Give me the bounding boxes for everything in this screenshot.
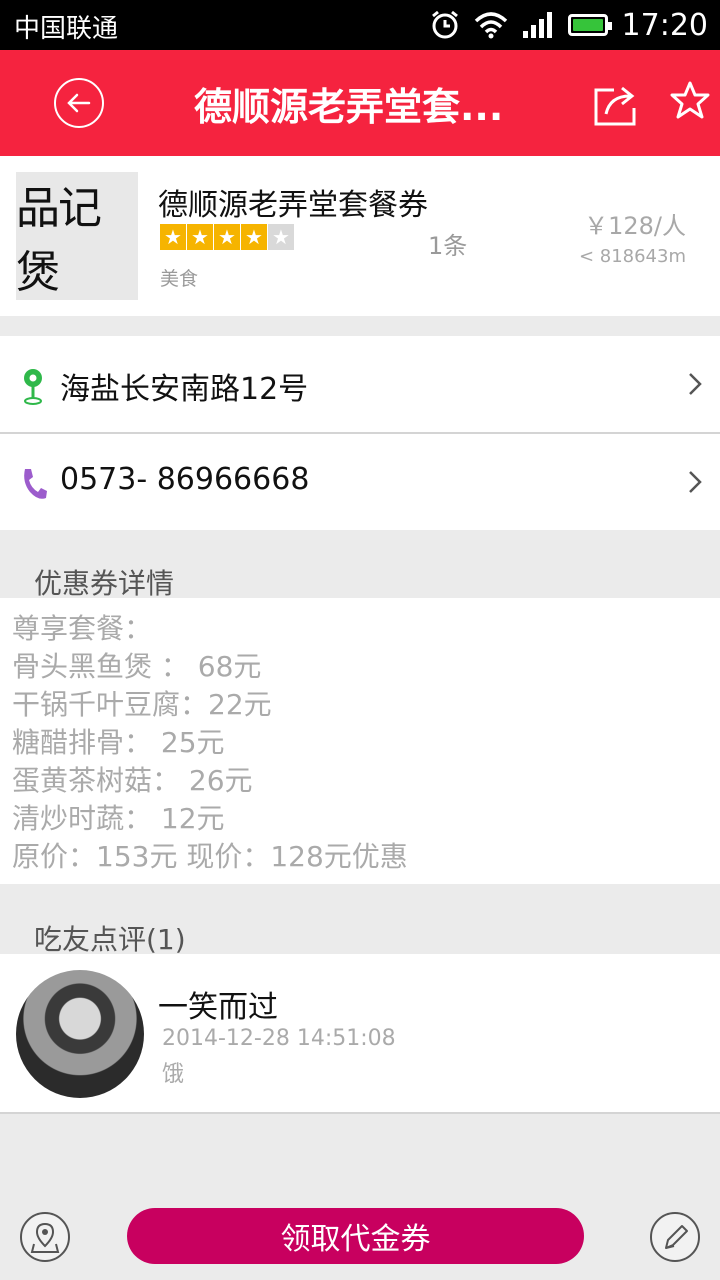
shop-category: 美食: [160, 268, 199, 290]
favorite-star-icon[interactable]: [670, 80, 710, 120]
coupon-line: 骨头黑鱼煲 ： 68元: [12, 650, 262, 683]
address-text: 海盐长安南路12号: [60, 372, 309, 407]
alarm-icon: [431, 10, 458, 39]
back-arrow-icon: [67, 93, 91, 113]
location-pin-icon: [24, 369, 42, 405]
coupon-line: 干锅千叶豆腐：22元: [12, 688, 272, 721]
review-content: 饿: [162, 1062, 185, 1087]
avatar[interactable]: [16, 970, 144, 1098]
share-icon[interactable]: [592, 80, 640, 128]
map-icon: [30, 1222, 60, 1253]
coupon-line: 糖醋排骨： 25元: [12, 726, 225, 759]
get-coupon-button[interactable]: 领取代金券: [127, 1208, 584, 1264]
coupon-details: 尊享套餐： 骨头黑鱼煲 ： 68元 干锅千叶豆腐：22元 糖醋排骨： 25元 蛋…: [0, 598, 720, 884]
bottom-bar: 领取代金券: [0, 1190, 720, 1280]
phone-icon: [24, 469, 47, 499]
carrier-label: 中国联通: [14, 14, 119, 44]
coupon-line: 清炒时蔬： 12元: [12, 802, 225, 835]
wifi-icon: [474, 12, 507, 39]
star-filled-icon: ★: [214, 224, 240, 250]
pencil-icon: [665, 1225, 688, 1249]
review-item[interactable]: 一笑而过 2014-12-28 14:51:08 饿: [0, 954, 720, 1114]
star-empty-icon: ★: [268, 224, 294, 250]
chevron-right-icon: [689, 373, 702, 395]
clock: 17:20: [621, 7, 708, 43]
write-review-button[interactable]: [650, 1212, 700, 1262]
star-filled-icon: ★: [187, 224, 213, 250]
review-username: 一笑而过: [158, 990, 278, 1025]
chevron-right-icon: [689, 471, 702, 493]
coupon-line: 蛋黄茶树菇： 26元: [12, 764, 253, 797]
phone-row[interactable]: 0573- 86966668: [0, 434, 720, 530]
phone-number: 0573- 86966668: [60, 462, 310, 497]
shop-thumbnail-text: 品记煲: [16, 183, 102, 298]
star-filled-icon: ★: [160, 224, 186, 250]
shop-name: 德顺源老弄堂套餐券: [158, 188, 428, 223]
shop-card[interactable]: 品记煲 德顺源老弄堂套餐券 ★ ★ ★ ★ ★ 1条 美食 ￥128/人 < 81864…: [0, 156, 720, 316]
rating-stars: ★ ★ ★ ★ ★: [160, 224, 294, 250]
back-button[interactable]: [54, 78, 104, 128]
distance: < 818643m: [578, 246, 686, 267]
address-row[interactable]: 海盐长安南路12号: [0, 336, 720, 432]
price-per-person: ￥128/人: [584, 212, 686, 240]
status-icons: 17:20: [430, 6, 708, 44]
page-title: 德顺源老弄堂套...: [194, 85, 504, 129]
battery-icon: [567, 14, 612, 36]
coupon-line: 尊享套餐：: [12, 612, 153, 645]
review-count: 1条: [428, 232, 468, 260]
app-header: 德顺源老弄堂套...: [0, 50, 720, 156]
review-section-title: 吃友点评(1): [34, 923, 186, 956]
map-button[interactable]: [20, 1212, 70, 1262]
screen: 中国联通 17:20 德顺源老弄堂套... 品记煲 德顺源老弄堂套餐券 ★ ★ …: [0, 0, 720, 1280]
coupon-section-title: 优惠券详情: [34, 567, 175, 600]
coupon-line: 原价：153元 现价：128元优惠: [12, 840, 408, 873]
shop-thumbnail: 品记煲: [16, 172, 138, 300]
star-filled-icon: ★: [241, 224, 267, 250]
signal-icon: [522, 12, 552, 38]
review-date: 2014-12-28 14:51:08: [162, 1026, 396, 1051]
status-bar: 中国联通 17:20: [0, 0, 720, 50]
